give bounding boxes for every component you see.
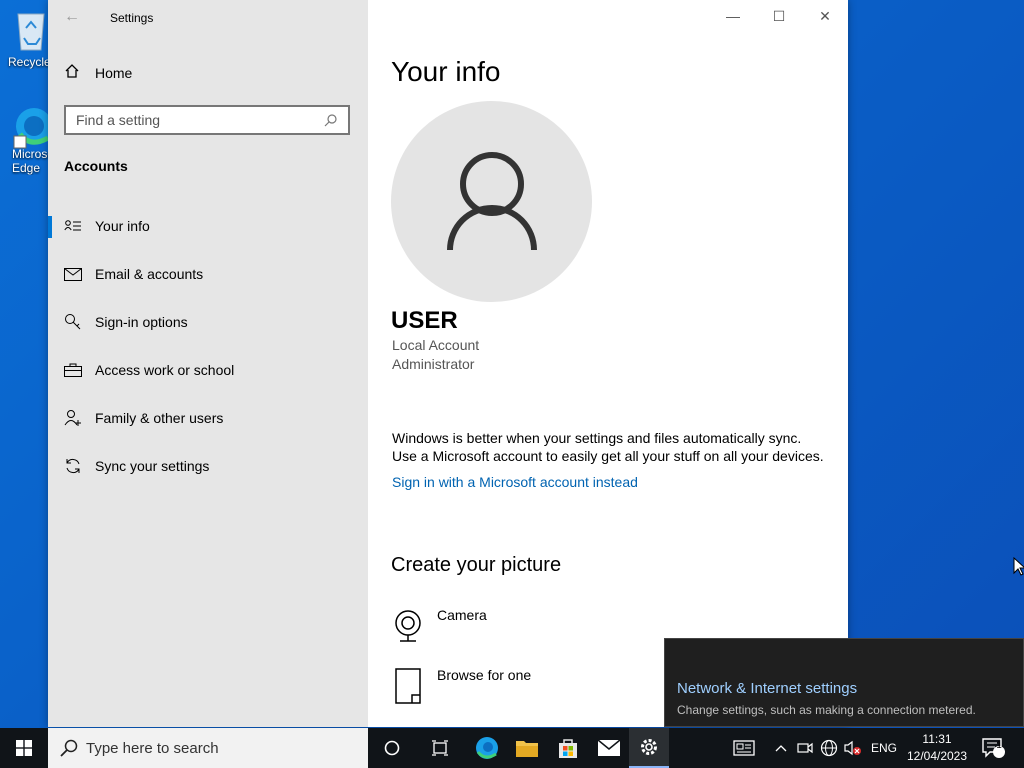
sidebar-item-label: Sync your settings: [95, 458, 210, 474]
user-name: USER: [391, 307, 458, 334]
minimize-icon[interactable]: —: [710, 8, 756, 24]
search-icon: [324, 114, 337, 127]
toast-body: Change settings, such as making a connec…: [677, 703, 976, 717]
key-icon: [64, 313, 82, 331]
store-icon: [559, 739, 577, 758]
maximize-icon[interactable]: ☐: [756, 8, 802, 25]
sidebar-section-title: Accounts: [64, 158, 128, 174]
task-view-icon: [432, 740, 448, 756]
page-title: Your info: [391, 56, 501, 87]
find-setting-placeholder: Find a setting: [76, 112, 161, 128]
notification-count: 1: [996, 740, 1002, 751]
browse-option[interactable]: Browse for one: [391, 667, 531, 705]
task-view-button[interactable]: [420, 728, 460, 768]
avatar: [391, 101, 592, 302]
add-user-icon: [64, 409, 82, 427]
user-icon: [446, 151, 537, 250]
start-button[interactable]: [0, 728, 48, 768]
taskbar-search-box[interactable]: Type here to search: [48, 728, 368, 768]
sidebar-item-your-info[interactable]: Your info: [48, 202, 368, 250]
clock-date: 12/04/2023: [906, 749, 968, 763]
action-center-button[interactable]: 1: [982, 728, 1006, 768]
sidebar-item-email-accounts[interactable]: Email & accounts: [48, 250, 368, 298]
sign-in-microsoft-link[interactable]: Sign in with a Microsoft account instead: [392, 474, 638, 490]
camera-icon: [391, 607, 425, 645]
sync-description: Windows is better when your settings and…: [392, 429, 848, 465]
mail-taskbar-button[interactable]: [589, 728, 629, 768]
contact-info-icon: [64, 219, 82, 233]
news-icon: [733, 740, 755, 756]
account-role: Administrator: [392, 356, 475, 372]
toast-title[interactable]: Network & Internet settings: [677, 680, 857, 697]
file-explorer-button[interactable]: [507, 728, 547, 768]
volume-tray-button[interactable]: [844, 728, 862, 768]
sidebar-item-sign-in-options[interactable]: Sign-in options: [48, 298, 368, 346]
clock[interactable]: 11:31 12/04/2023: [902, 731, 972, 765]
clock-time: 11:31: [922, 732, 952, 746]
sync-line-2: Use a Microsoft account to easily get al…: [392, 448, 824, 464]
news-button[interactable]: [733, 728, 755, 768]
mail-icon: [64, 267, 82, 281]
settings-sidebar: ← Settings Home Find a setting Accounts …: [48, 0, 368, 727]
browse-option-label: Browse for one: [437, 667, 532, 683]
network-toast[interactable]: Network & Internet settings Change setti…: [664, 638, 1024, 727]
desktop-icon-edge[interactable]: Microsoft Edge: [0, 104, 48, 175]
sidebar-home-label: Home: [95, 64, 133, 81]
network-tray-button[interactable]: [820, 728, 838, 768]
desktop-icon-recycle-bin[interactable]: Recycle Bin: [0, 8, 48, 69]
search-icon: [60, 739, 78, 757]
taskbar-search-placeholder: Type here to search: [86, 739, 219, 757]
create-picture-heading: Create your picture: [391, 554, 562, 576]
find-setting-input[interactable]: Find a setting: [64, 105, 350, 135]
chevron-up-icon: [775, 745, 787, 752]
account-type: Local Account: [392, 337, 480, 353]
language-indicator[interactable]: ENG: [871, 728, 897, 768]
settings-window: ← Settings Home Find a setting Accounts …: [48, 0, 848, 727]
home-icon: [64, 63, 80, 82]
edge-taskbar-button[interactable]: [467, 728, 507, 768]
window-title: Settings: [110, 11, 154, 25]
globe-icon: [820, 739, 838, 757]
sidebar-item-label: Email & accounts: [95, 266, 204, 282]
sidebar-item-access-work[interactable]: Access work or school: [48, 346, 368, 394]
sync-line-1: Windows is better when your settings and…: [392, 430, 802, 446]
show-hidden-icons-button[interactable]: [775, 728, 787, 768]
store-button[interactable]: [548, 728, 588, 768]
camera-option-label: Camera: [437, 607, 487, 623]
meet-now-icon: [797, 742, 813, 754]
gear-icon: [641, 739, 657, 755]
close-icon[interactable]: ✕: [802, 8, 848, 25]
volume-muted-icon: [844, 740, 861, 756]
mouse-cursor-icon: [1013, 557, 1024, 576]
sidebar-item-sync-settings[interactable]: Sync your settings: [48, 442, 368, 490]
meet-now-button[interactable]: [797, 728, 813, 768]
taskbar: Type here to search ENG 11:31 12/04/2023: [0, 728, 1024, 768]
cortana-icon: [384, 740, 400, 756]
sidebar-home[interactable]: Home: [64, 63, 132, 82]
briefcase-icon: [64, 363, 82, 377]
mail-icon: [597, 739, 621, 756]
settings-taskbar-button[interactable]: [629, 728, 669, 768]
windows-logo-icon: [16, 740, 32, 756]
sidebar-item-label: Access work or school: [95, 362, 235, 378]
back-arrow-icon[interactable]: ←: [64, 8, 80, 26]
camera-option[interactable]: Camera: [391, 607, 487, 645]
edge-icon: [476, 737, 498, 759]
sidebar-item-label: Your info: [95, 218, 150, 234]
sidebar-item-family-users[interactable]: Family & other users: [48, 394, 368, 442]
sidebar-item-label: Sign-in options: [95, 314, 188, 330]
desktop-icon-label: Recycle Bin: [8, 55, 48, 69]
folder-icon: [516, 741, 538, 757]
recycle-bin-icon: [17, 13, 45, 51]
browse-file-icon: [391, 667, 425, 705]
sync-icon: [64, 457, 82, 475]
sidebar-item-label: Family & other users: [95, 410, 224, 426]
cortana-button[interactable]: [372, 728, 412, 768]
desktop-icon-label: Microsoft Edge: [12, 147, 48, 175]
